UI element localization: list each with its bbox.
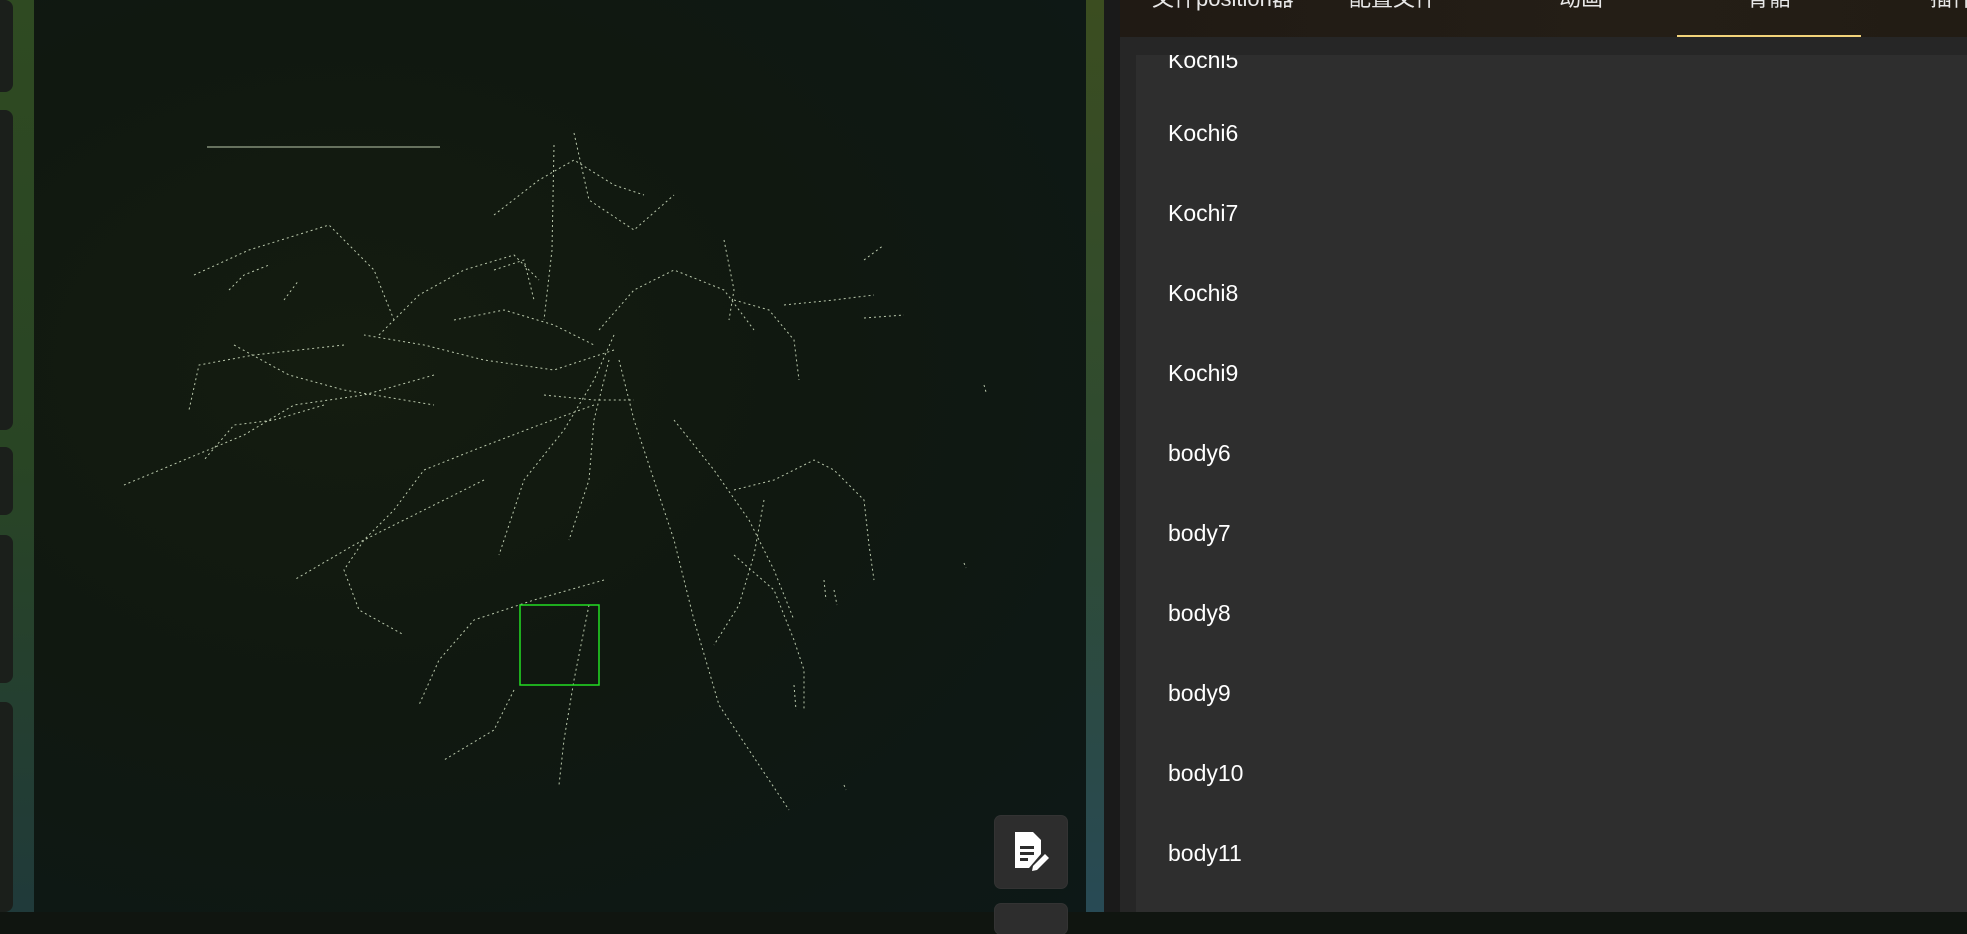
bone-line (733, 554, 805, 710)
bone-line (723, 239, 735, 321)
left-handle[interactable] (0, 702, 13, 912)
bone-line (618, 359, 790, 811)
bone-line (193, 224, 395, 321)
left-edge-strip (0, 0, 34, 912)
list-item[interactable]: Kochi7 (1136, 173, 1967, 253)
bone-line (783, 294, 875, 306)
list-item[interactable]: body6 (1136, 413, 1967, 493)
bone-line (823, 579, 827, 601)
bone-line (558, 604, 590, 786)
bone-line (363, 334, 615, 371)
selection-box (519, 604, 600, 686)
tab-config-file[interactable]: 配置文件 (1349, 0, 1437, 37)
bone-line (493, 159, 645, 216)
panel-gap (1104, 0, 1120, 912)
skeleton-canvas[interactable] (34, 0, 1086, 912)
tab-bones[interactable]: 骨骼 (1677, 0, 1861, 37)
right-panel: 文件position器 配置文件 动画 骨骼 插件 Kochi5 Kochi6 … (1120, 0, 1967, 912)
bone-line (293, 479, 485, 581)
tab-animation[interactable]: 动画 (1559, 0, 1603, 37)
edit-document-button[interactable] (995, 816, 1067, 888)
list-item[interactable]: body10 (1136, 733, 1967, 813)
bone-list[interactable]: Kochi5 Kochi6 Kochi7 Kochi8 Kochi9 body6… (1136, 55, 1967, 912)
bone-line (443, 689, 515, 761)
bone-line (493, 259, 535, 301)
bone-line (568, 359, 610, 541)
bone-line (863, 244, 885, 261)
tab-file-locator[interactable]: 文件position器 (1152, 0, 1294, 37)
left-handle[interactable] (0, 535, 13, 683)
bone-line (418, 579, 605, 706)
bone-line (283, 279, 300, 301)
tab-bar: 文件position器 配置文件 动画 骨骼 插件 (1120, 0, 1967, 37)
bone-line (228, 264, 270, 291)
bone-line (713, 499, 765, 646)
bone-line (963, 562, 967, 569)
bone-line (498, 334, 615, 556)
bone-line (793, 684, 797, 711)
list-item[interactable]: body8 (1136, 573, 1967, 653)
tab-plugins[interactable]: 插件 (1930, 0, 1967, 37)
panel-divider[interactable] (1086, 0, 1104, 912)
left-handle[interactable] (0, 0, 13, 92)
bone-line (188, 344, 345, 411)
left-handle[interactable] (0, 110, 13, 430)
bone-line (573, 132, 675, 231)
bone-line (863, 314, 905, 319)
bone-line (453, 309, 595, 346)
left-handle[interactable] (0, 447, 13, 515)
bone-line (123, 374, 435, 486)
bone-line (673, 419, 795, 621)
list-item[interactable]: body7 (1136, 493, 1967, 573)
skeleton-viewport[interactable] (34, 0, 1086, 912)
bone-line (203, 404, 325, 461)
bone-line (598, 269, 755, 331)
bone-line (733, 299, 800, 381)
bone-line (343, 404, 595, 636)
list-item[interactable]: Kochi6 (1136, 93, 1967, 173)
tab-bones-label: 骨骼 (1747, 0, 1791, 11)
document-edit-icon (1015, 832, 1049, 871)
list-item[interactable]: Kochi8 (1136, 253, 1967, 333)
skeleton-bones (123, 132, 987, 811)
bone-line (983, 384, 987, 393)
bone-line (378, 254, 540, 336)
bone-line (733, 459, 875, 581)
bone-line (543, 394, 634, 401)
list-item[interactable]: Kochi9 (1136, 333, 1967, 413)
bone-line (543, 144, 555, 321)
bone-line (833, 589, 838, 606)
secondary-float-button[interactable] (995, 904, 1067, 934)
bone-line (843, 784, 847, 791)
list-item[interactable]: body9 (1136, 653, 1967, 733)
list-item[interactable]: body11 (1136, 813, 1967, 893)
